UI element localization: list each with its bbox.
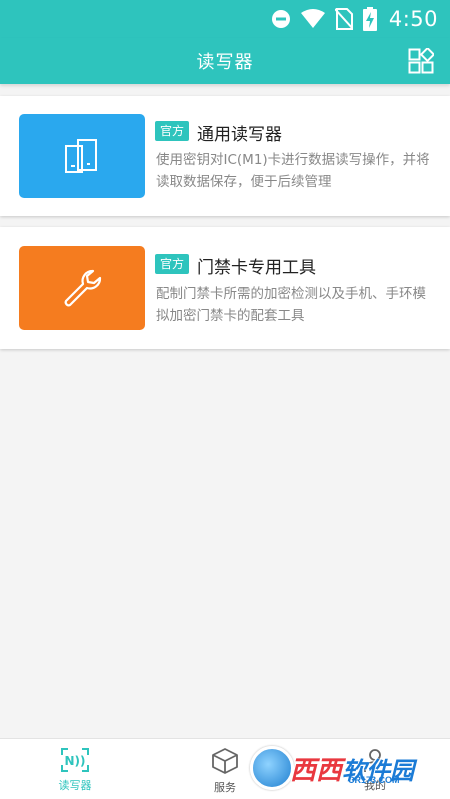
bottom-navigation: N)) 读写器 服务 我的 <box>0 738 450 799</box>
no-sim-icon <box>334 8 353 30</box>
wrench-icon <box>64 269 102 307</box>
nav-label: 我的 <box>364 779 386 792</box>
card-title: 门禁卡专用工具 <box>197 258 316 278</box>
card-title: 通用读写器 <box>197 125 282 145</box>
card-thumbnail <box>19 114 145 198</box>
status-bar: 4:50 <box>0 0 450 38</box>
battery-charging-icon <box>362 7 377 31</box>
person-icon <box>364 749 386 773</box>
box-icon <box>212 748 238 774</box>
official-badge: 官方 <box>155 254 190 274</box>
nfc-scan-icon: N)) <box>61 748 89 772</box>
official-badge: 官方 <box>155 121 190 141</box>
status-time: 4:50 <box>388 7 438 31</box>
nav-item-mine[interactable]: 我的 <box>345 747 405 797</box>
wifi-icon <box>300 9 325 29</box>
card-description: 使用密钥对IC(M1)卡进行数据读写操作，并将读取数据保存，便于后续管理 <box>156 152 430 190</box>
do-not-disturb-icon <box>271 9 291 29</box>
apps-grid-button[interactable] <box>408 48 434 74</box>
apps-grid-icon <box>408 48 434 74</box>
svg-text:N)): N)) <box>64 754 85 768</box>
card-thumbnail <box>19 246 145 330</box>
nav-label: 读写器 <box>58 779 92 792</box>
page-title: 读写器 <box>196 52 254 73</box>
card-reader-icon <box>65 139 97 173</box>
nav-label: 服务 <box>214 781 236 794</box>
card-description: 配制门禁卡所需的加密检测以及手机、手环模拟加密门禁卡的配套工具 <box>156 286 426 324</box>
nav-item-service[interactable]: 服务 <box>195 747 255 797</box>
card-access-card-tool[interactable]: 官方 门禁卡专用工具 配制门禁卡所需的加密检测以及手机、手环模拟加密门禁卡的配套… <box>0 227 450 349</box>
nav-item-reader[interactable]: N)) 读写器 <box>45 747 105 797</box>
card-general-reader[interactable]: 官方 通用读写器 使用密钥对IC(M1)卡进行数据读写操作，并将读取数据保存，便… <box>0 96 450 216</box>
app-bar: 读写器 <box>0 38 450 84</box>
